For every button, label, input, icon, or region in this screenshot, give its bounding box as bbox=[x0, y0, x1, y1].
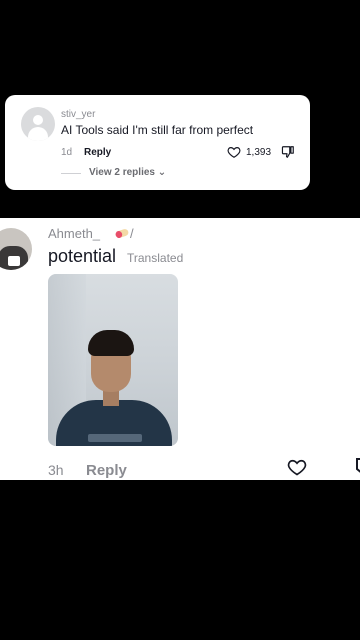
avatar-head bbox=[33, 115, 43, 125]
translated-label[interactable]: Translated bbox=[127, 251, 183, 265]
pill-emoji-icon bbox=[115, 229, 129, 238]
comment-age: 1d bbox=[61, 147, 73, 158]
photo-hair bbox=[88, 330, 134, 356]
heart-outline-icon[interactable] bbox=[287, 457, 307, 477]
thumbs-down-outline-icon[interactable] bbox=[352, 457, 360, 477]
comment-panel-main: Ahmeth_ / potential Translated 3h Reply bbox=[0, 218, 360, 480]
comment-age: 3h bbox=[48, 462, 64, 478]
like-count: 1,393 bbox=[246, 147, 272, 158]
thumbs-down-outline-icon[interactable] bbox=[281, 145, 295, 159]
comment-username[interactable]: stiv_yer bbox=[61, 109, 95, 120]
photo-shirt-print bbox=[88, 434, 142, 442]
avatar[interactable] bbox=[0, 228, 32, 270]
heart-outline-icon[interactable] bbox=[227, 145, 241, 159]
username-suffix: / bbox=[130, 226, 134, 241]
reply-button[interactable]: Reply bbox=[84, 147, 111, 158]
comment-text: potential bbox=[48, 246, 117, 266]
comment-card-top: stiv_yer AI Tools said I'm still far fro… bbox=[5, 95, 310, 190]
reply-button[interactable]: Reply bbox=[86, 462, 127, 479]
comment-photo[interactable] bbox=[48, 274, 178, 446]
comment-username[interactable]: Ahmeth_ bbox=[48, 226, 100, 241]
avatar-default-icon[interactable] bbox=[21, 107, 55, 141]
comment-text: AI Tools said I'm still far from perfect bbox=[61, 123, 254, 137]
replies-divider bbox=[61, 173, 81, 174]
avatar-badge bbox=[8, 256, 20, 266]
avatar-body bbox=[28, 127, 48, 141]
view-replies-link[interactable]: View 2 replies ⌄ bbox=[89, 167, 166, 178]
